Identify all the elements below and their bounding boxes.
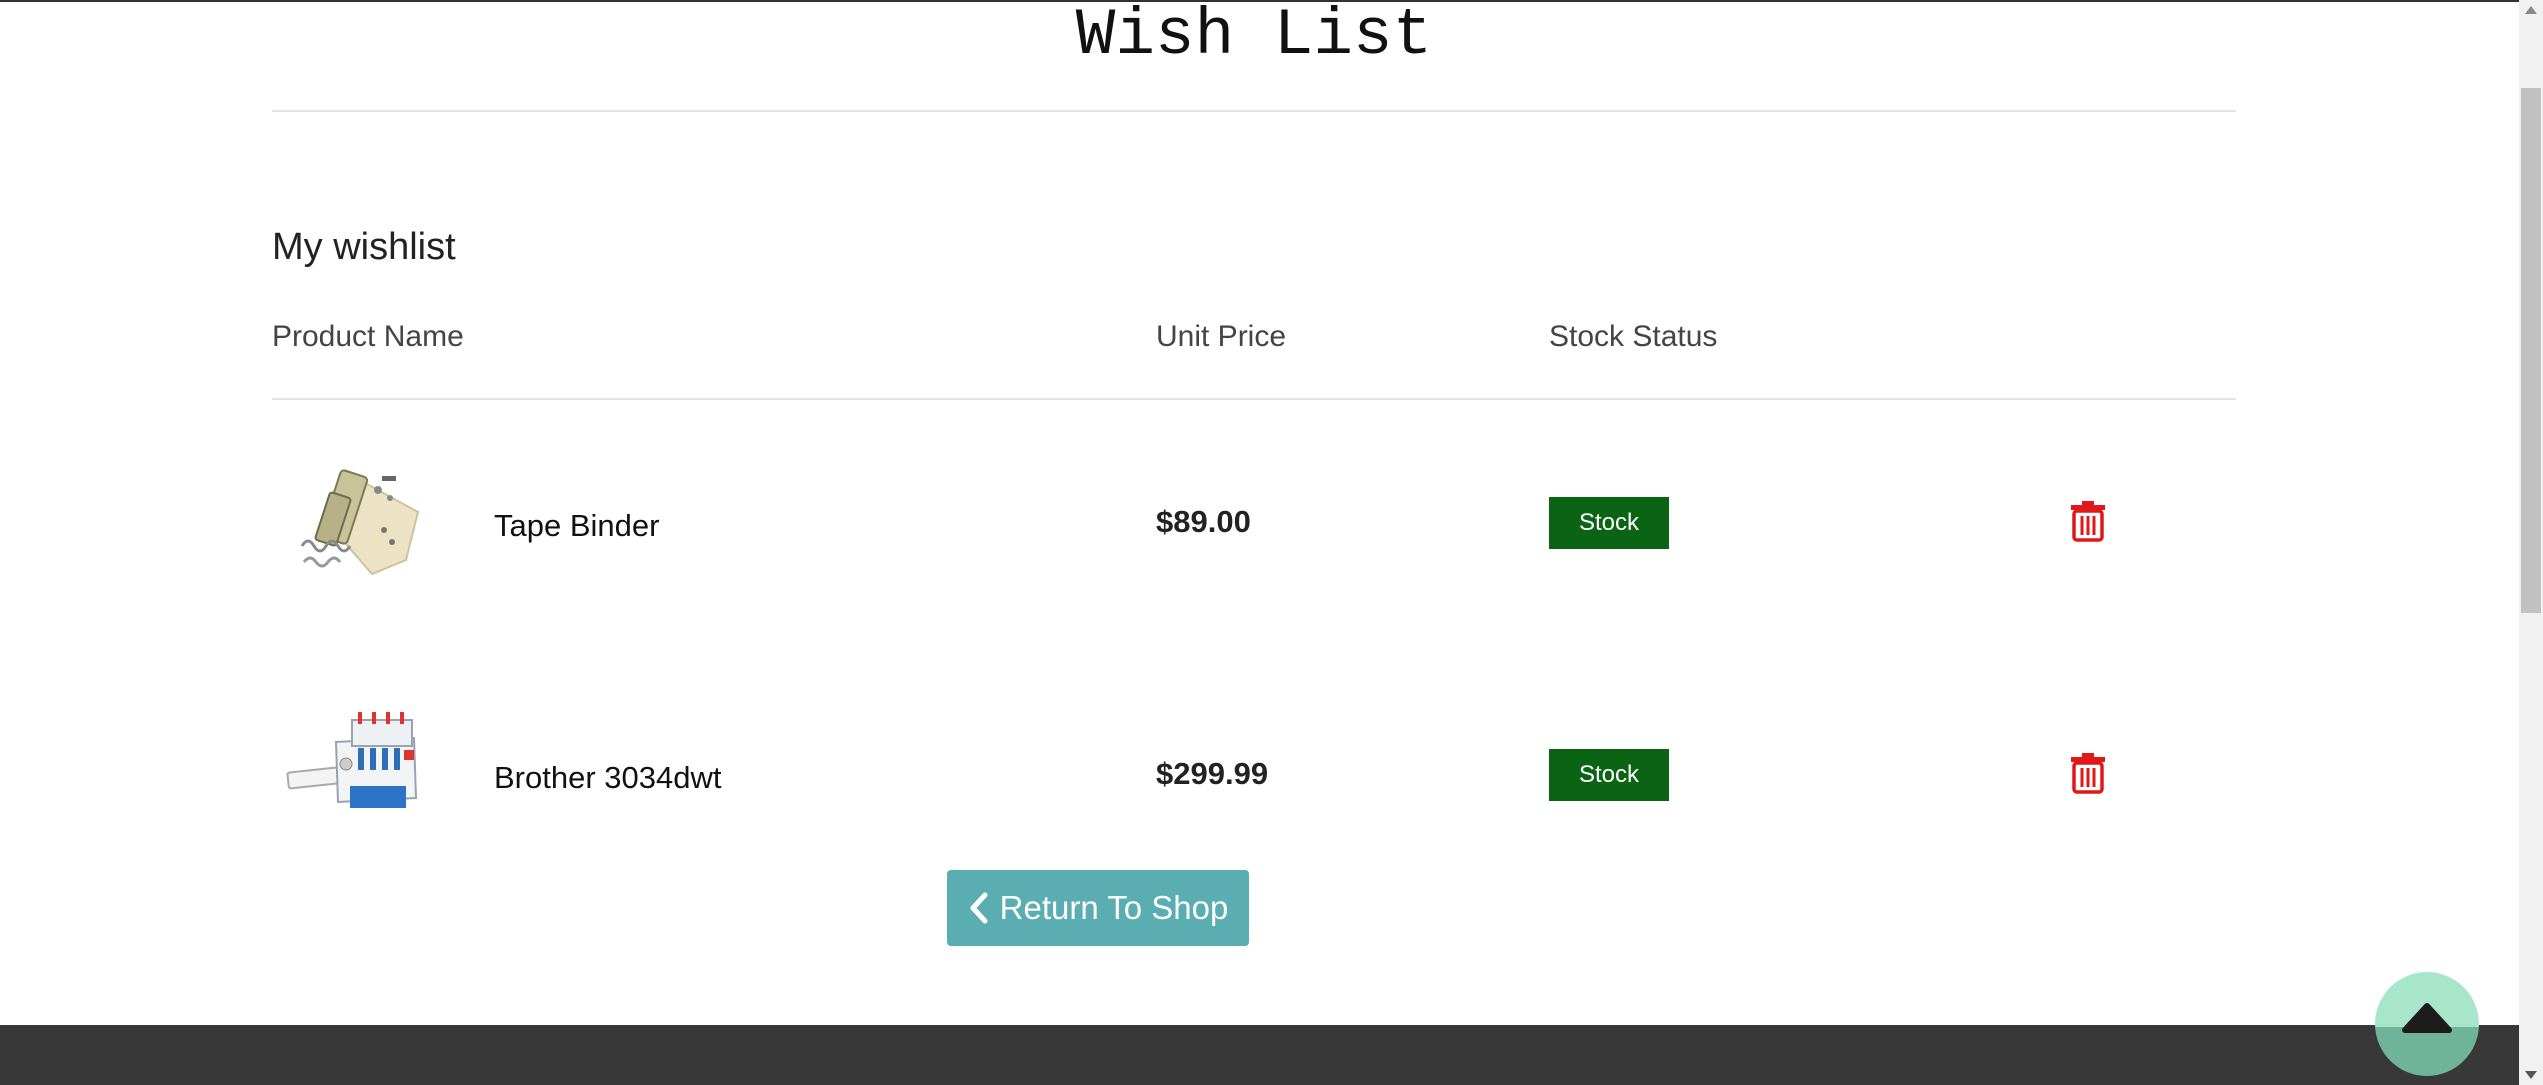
chevron-left-icon bbox=[970, 892, 988, 924]
stock-badge: Stock bbox=[1549, 749, 1669, 801]
product-image-brother-3034dwt[interactable] bbox=[286, 702, 426, 842]
page-title: Wish List bbox=[1075, 0, 1433, 73]
product-price: $89.00 bbox=[1156, 504, 1251, 539]
trash-icon[interactable] bbox=[2068, 750, 2108, 794]
site-footer bbox=[0, 1025, 2519, 1085]
column-header-stock-status: Stock Status bbox=[1549, 320, 1718, 353]
product-name[interactable]: Brother 3034dwt bbox=[494, 760, 721, 796]
scrollbar-thumb[interactable] bbox=[2521, 88, 2541, 613]
trash-icon[interactable] bbox=[2068, 498, 2108, 542]
product-image-tape-binder[interactable] bbox=[286, 450, 426, 590]
scroll-down-arrow-icon[interactable] bbox=[2525, 1071, 2537, 1079]
chevron-up-icon bbox=[2402, 1003, 2452, 1033]
scrollbar[interactable] bbox=[2519, 0, 2543, 1085]
return-to-shop-label: Return To Shop bbox=[999, 889, 1229, 926]
header-divider bbox=[272, 398, 2236, 400]
product-price: $299.99 bbox=[1156, 756, 1269, 791]
return-to-shop-button[interactable]: Return To Shop bbox=[947, 870, 1249, 946]
column-header-product-name: Product Name bbox=[272, 320, 464, 353]
title-divider bbox=[272, 110, 2236, 112]
table-row: Tape Binder $89.00 Stock bbox=[272, 450, 2236, 630]
stock-badge: Stock bbox=[1549, 497, 1669, 549]
column-header-unit-price: Unit Price bbox=[1156, 320, 1287, 353]
back-to-top-button[interactable] bbox=[2375, 972, 2479, 1076]
wishlist-heading: My wishlist bbox=[272, 226, 456, 268]
table-row: Brother 3034dwt $299.99 Stock bbox=[272, 702, 2236, 882]
scroll-up-arrow-icon[interactable] bbox=[2525, 6, 2537, 14]
product-name[interactable]: Tape Binder bbox=[494, 508, 659, 544]
